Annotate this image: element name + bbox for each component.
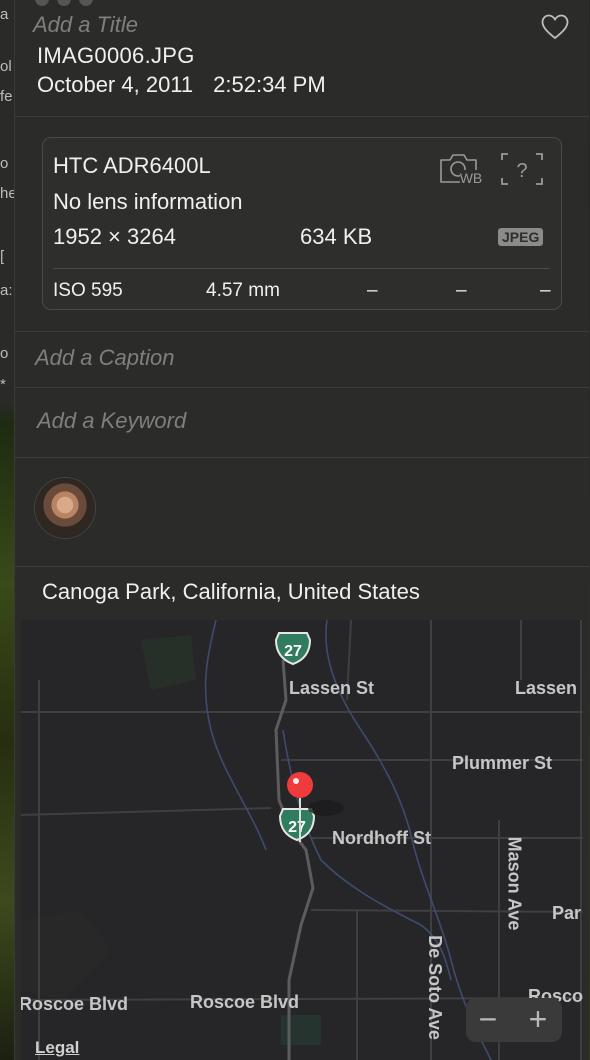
bg-text-fragment: a: [0,282,13,299]
street-label: Nordhoff St [332,828,431,848]
exposure-value: – [367,280,378,301]
shutter-value: – [540,280,551,301]
filename-label: IMAG0006.JPG [37,43,195,68]
location-map[interactable]: 27 27 Lassen St Lassen Plummer St Nordho… [21,620,583,1060]
capture-datetime[interactable]: October 4, 2011 2:52:34 PM [37,72,326,98]
street-label: Mason Ave [504,836,525,931]
format-badge: JPEG [498,228,544,246]
lens-info: No lens information [53,189,243,214]
question-label: ? [516,160,527,182]
info-panel: Add a Title IMAG0006.JPG October 4, 2011… [14,0,589,1060]
street-label: Par [552,903,582,923]
white-balance-icon: WB [440,154,483,186]
route-number: 27 [284,643,302,660]
close-button[interactable] [35,0,49,6]
street-label: Lassen [515,678,578,698]
map-zoom-control: − + [466,998,562,1042]
street-label: Roscoe Blvd [21,994,129,1014]
caption-field[interactable]: Add a Caption [35,345,174,371]
legal-link[interactable]: Legal [35,1038,79,1058]
street-label: Plummer St [452,753,553,773]
camera-model: HTC ADR6400L [53,153,211,178]
divider [15,387,589,388]
exif-divider [53,268,550,269]
bg-text-fragment: ol [0,58,12,75]
window-controls[interactable] [35,0,101,11]
zoom-button[interactable] [79,0,93,6]
location-label: Canoga Park, California, United States [42,579,420,604]
image-dimensions: 1952 × 3264 [53,224,176,249]
street-label: De Soto Ave [424,935,445,1040]
bg-text-fragment: o [0,345,9,362]
divider [15,116,589,117]
bg-text-fragment: o [0,155,9,172]
keyword-field[interactable]: Add a Keyword [37,408,186,434]
capture-date: October 4, 2011 [37,72,194,97]
bg-text-fragment: fe [0,88,13,105]
zoom-in-button[interactable]: + [518,1001,558,1037]
capture-time: 2:52:34 PM [213,72,326,97]
exif-info-box: HTC ADR6400L No lens information 1952 × … [42,137,562,310]
file-size: 634 KB [300,224,373,249]
bg-text-fragment: a [0,6,9,23]
route-27-shield-icon: 27 [274,632,312,666]
street-label: Roscoe Blvd [190,992,300,1012]
minimize-button[interactable] [57,0,71,6]
favorite-heart-icon[interactable] [541,14,569,40]
bg-text-fragment: * [0,376,6,393]
person-avatar[interactable] [35,478,95,538]
divider [15,457,589,458]
bg-text-fragment: [ [0,248,5,265]
street-label: Lassen St [289,678,375,698]
divider [15,331,589,332]
divider [15,566,589,567]
zoom-out-button[interactable]: − [468,1001,508,1037]
aperture-value: – [456,280,467,301]
iso-value: ISO 595 [53,280,123,301]
focal-length: 4.57 mm [206,280,280,301]
wb-label: WB [460,170,483,186]
unknown-setting-icon: ? [501,153,543,185]
title-field[interactable]: Add a Title [33,12,138,38]
